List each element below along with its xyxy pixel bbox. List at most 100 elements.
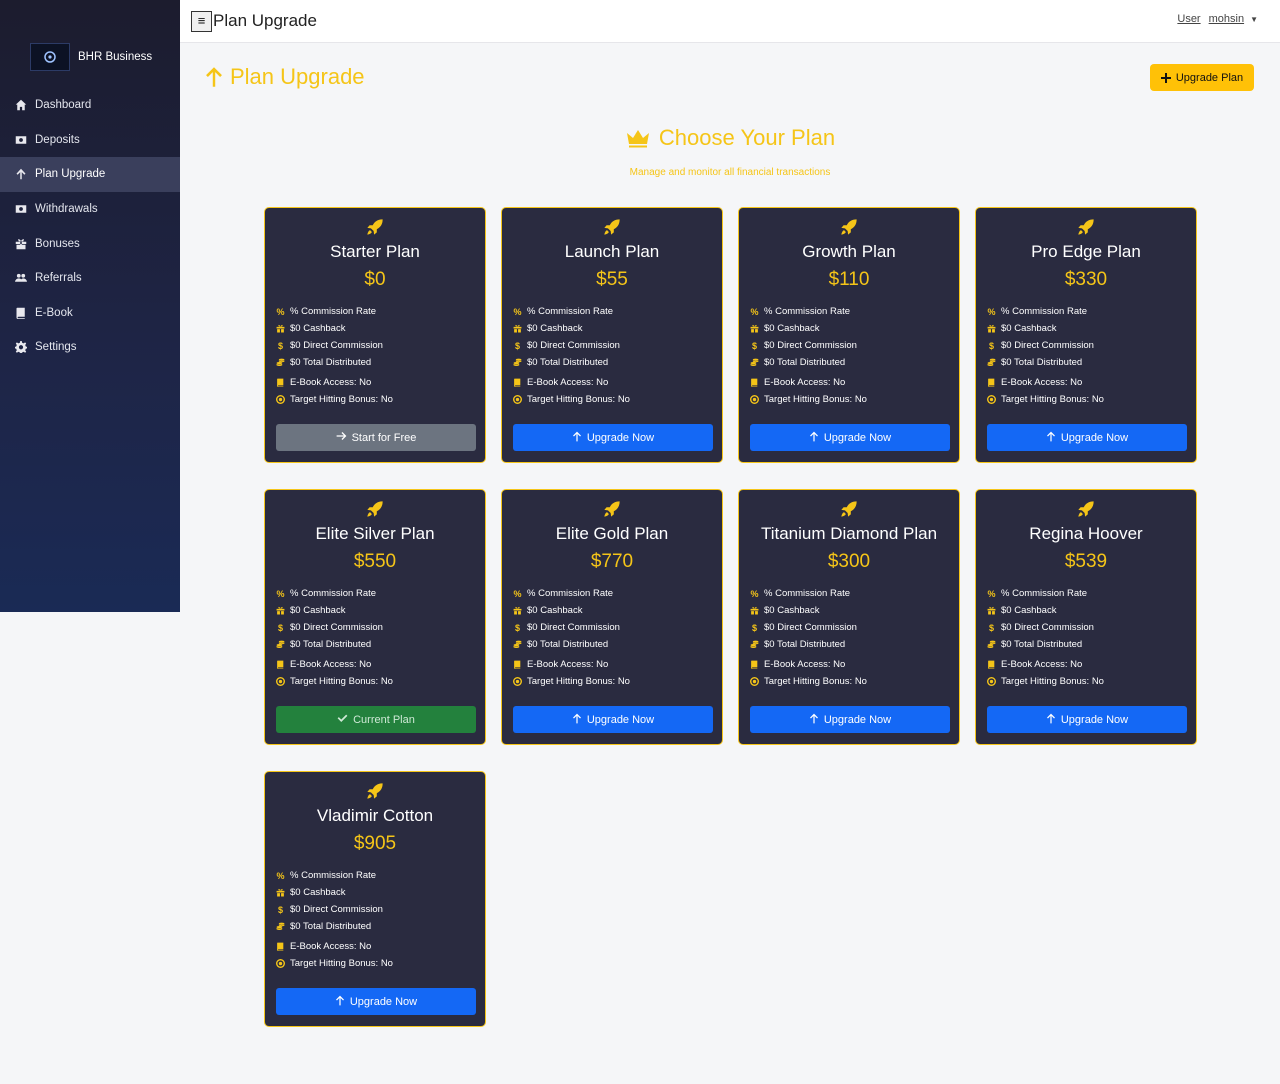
feature-target: Target Hitting Bonus: No <box>276 676 393 687</box>
plan-name: Titanium Diamond Plan <box>760 524 938 543</box>
plan-action-button[interactable]: Upgrade Now <box>750 706 950 733</box>
arrow-up-icon <box>1046 713 1056 727</box>
feature-ebook: E-Book Access: No <box>987 377 1082 388</box>
feature-ebook: E-Book Access: No <box>513 659 608 670</box>
percent-icon: % <box>513 588 522 599</box>
feature-target: Target Hitting Bonus: No <box>513 676 630 687</box>
feature-text: % Commission Rate <box>527 306 614 317</box>
plan-action-button[interactable]: Upgrade Now <box>987 424 1187 451</box>
brand[interactable]: BHR Business <box>30 43 152 71</box>
target-icon <box>276 959 285 969</box>
feature-text: E-Book Access: No <box>764 659 846 670</box>
gift-icon <box>276 324 285 334</box>
feature-direct: $ $0 Direct Commission <box>750 622 857 633</box>
feature-direct: $ $0 Direct Commission <box>987 340 1094 351</box>
feature-text: Target Hitting Bonus: No <box>290 676 393 687</box>
plan-action-label: Upgrade Now <box>586 713 655 726</box>
target-icon <box>987 395 996 405</box>
rocket-icon <box>265 500 485 523</box>
plan-card: Pro Edge Plan $330 % % Commission Rate $0… <box>975 207 1197 463</box>
plan-action-button[interactable]: Upgrade Now <box>513 424 713 451</box>
feature-text: $0 Total Distributed <box>764 357 846 368</box>
percent-icon: % <box>276 870 285 881</box>
target-icon <box>513 395 522 405</box>
plan-action-button[interactable]: Start for Free <box>276 424 476 451</box>
feature-text: $0 Cashback <box>1001 323 1057 334</box>
sidebar-item-withdrawals[interactable]: Withdrawals <box>0 192 180 227</box>
sidebar-item-referrals[interactable]: Referrals <box>0 261 180 296</box>
book-icon <box>987 660 996 670</box>
plan-action-button[interactable]: Current Plan <box>276 706 476 733</box>
target-icon <box>513 677 522 687</box>
feature-text: $0 Total Distributed <box>290 639 372 650</box>
feature-text: $0 Direct Commission <box>1001 622 1094 633</box>
plan-card: Elite Gold Plan $770 %% Commission Rate … <box>501 489 723 745</box>
plan-name: Launch Plan <box>564 242 660 261</box>
feature-text: % Commission Rate <box>290 588 377 599</box>
coins-icon <box>276 358 285 368</box>
feature-text: $0 Direct Commission <box>764 340 857 351</box>
sidebar-item-bonuses[interactable]: Bonuses <box>0 226 180 261</box>
plan-action-button[interactable]: Upgrade Now <box>276 988 476 1015</box>
feature-text: $0 Cashback <box>764 323 820 334</box>
section-subtitle: Manage and monitor all financial transac… <box>629 167 831 178</box>
feature-commission: % % Commission Rate <box>513 588 613 599</box>
feature-text: $0 Cashback <box>527 605 583 616</box>
feature-text: % Commission Rate <box>764 306 851 317</box>
feature-ebook: E-Book Access: No <box>276 941 371 952</box>
coins-icon <box>750 640 759 650</box>
menu-toggle-button[interactable]: ≡ <box>191 11 212 32</box>
feature-direct: $ $0 Direct Commission <box>750 340 857 351</box>
plan-action-button[interactable]: Upgrade Now <box>513 706 713 733</box>
arrow-up-icon <box>809 713 819 727</box>
gift-icon <box>513 606 522 616</box>
sidebar-item-settings[interactable]: Settings <box>0 330 180 365</box>
plan-price: $539 <box>1064 551 1108 572</box>
feature-distributed: $0 Total Distributed <box>513 357 608 368</box>
arrow-up-icon <box>572 431 582 445</box>
sidebar-item-label: Dashboard <box>35 99 92 112</box>
sidebar-item-dashboard[interactable]: Dashboard <box>0 88 180 123</box>
dollar-icon: $ <box>988 340 994 351</box>
plan-price: $905 <box>353 833 397 854</box>
upgrade-plan-label: Upgrade Plan <box>1175 71 1244 84</box>
dollar-icon: $ <box>751 340 757 351</box>
plan-action-label: Upgrade Now <box>349 995 418 1008</box>
feature-distributed: $0 Total Distributed <box>276 639 371 650</box>
user-menu[interactable]: User mohsin ▼ <box>1177 13 1258 25</box>
feature-cashback: $0 Cashback <box>987 605 1056 616</box>
feature-text: Target Hitting Bonus: No <box>527 394 630 405</box>
rocket-icon <box>976 218 1196 241</box>
plan-action-button[interactable]: Upgrade Now <box>750 424 950 451</box>
feature-target: Target Hitting Bonus: No <box>987 676 1104 687</box>
plan-name: Vladimir Cotton <box>316 806 434 825</box>
plan-price: $0 <box>364 269 386 290</box>
gift-icon <box>987 606 996 616</box>
percent-icon: % <box>987 306 996 317</box>
coins-icon <box>276 922 285 932</box>
feature-text: $0 Direct Commission <box>527 340 620 351</box>
feature-text: $0 Cashback <box>290 605 346 616</box>
target-icon <box>276 677 285 687</box>
plan-action-button[interactable]: Upgrade Now <box>987 706 1187 733</box>
feature-text: $0 Direct Commission <box>527 622 620 633</box>
rocket-icon <box>265 218 485 241</box>
upgrade-plan-button[interactable]: Upgrade Plan <box>1150 64 1254 91</box>
dollar-icon: $ <box>277 340 283 351</box>
dollar-icon: $ <box>277 622 283 633</box>
feature-text: Target Hitting Bonus: No <box>1001 676 1104 687</box>
sidebar-item-ebook[interactable]: E-Book <box>0 296 180 331</box>
feature-ebook: E-Book Access: No <box>513 377 608 388</box>
target-icon <box>750 677 759 687</box>
feature-distributed: $0 Total Distributed <box>987 639 1082 650</box>
sidebar-item-label: Settings <box>35 341 77 354</box>
gear-icon <box>14 340 28 354</box>
feature-text: E-Book Access: No <box>290 659 372 670</box>
page-title-text: Plan Upgrade <box>230 64 365 89</box>
feature-distributed: $0 Total Distributed <box>750 357 845 368</box>
sidebar: BHR Business Dashboard Deposits Plan Upg… <box>0 0 180 612</box>
coins-icon <box>276 640 285 650</box>
page-title: Plan Upgrade <box>204 64 365 90</box>
dollar-icon: $ <box>988 622 994 633</box>
arrow-up-icon <box>206 67 222 87</box>
